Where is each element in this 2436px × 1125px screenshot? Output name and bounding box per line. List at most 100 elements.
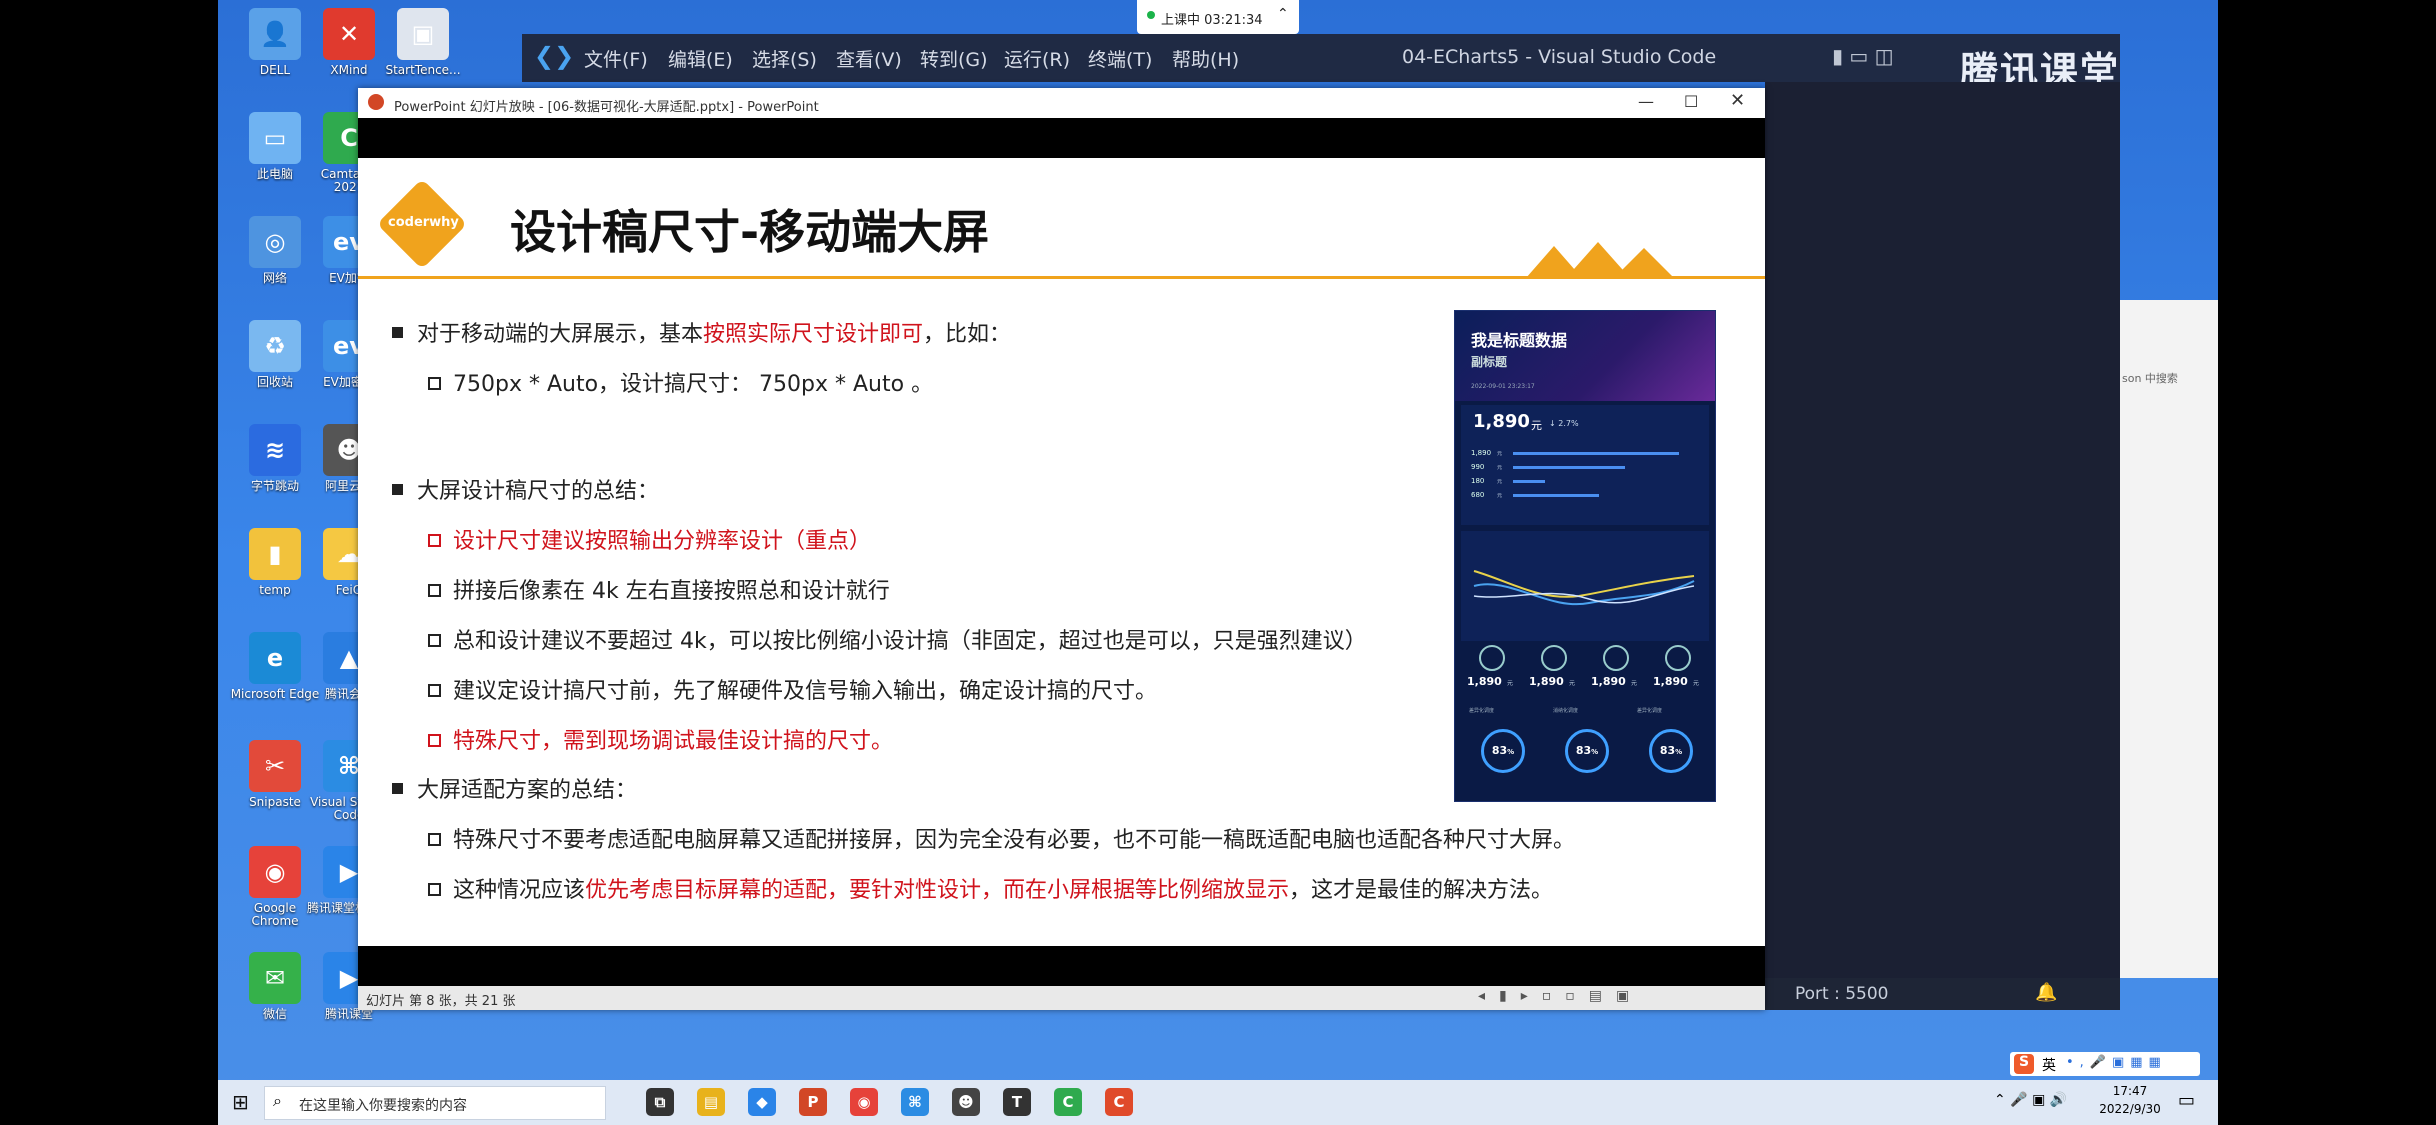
app-icon: ✉ (249, 952, 301, 1004)
bullet-2-text: 大屏设计稿尺寸的总结： (417, 479, 660, 504)
camtasia-icon[interactable]: C (1054, 1088, 1082, 1116)
app-icon: ✂ (249, 740, 301, 792)
mockup-title: 我是标题数据 (1471, 331, 1568, 350)
taskbar: ⊞ ⌕ 在这里输入你要搜索的内容 ⧉ ▤ ◆ P ◉ ⌘ ☻ T C C ⌃ 🎤 ▣ 🔊 17:4… (218, 1080, 2218, 1125)
timer-label: 上课中 03:21:34 (1161, 13, 1263, 28)
search-placeholder: 在这里输入你要搜索的内容 (299, 1098, 467, 1114)
mockup-ring-value: 83 (1659, 744, 1676, 757)
notification-bell-icon[interactable]: 🔔 (2035, 982, 2057, 1003)
clock-date[interactable]: 2022/9/30 (2092, 1102, 2168, 1116)
vscode-menu-item[interactable]: 选择(S) (752, 45, 817, 72)
maximize-button[interactable]: ☐ (1684, 92, 1698, 111)
mockup-stat-unit: 元 (1507, 680, 1514, 687)
typora-icon[interactable]: T (1003, 1088, 1031, 1116)
mockup-stat-icon (1541, 645, 1567, 671)
ime-toolbar[interactable]: S 英 •,🎤▣▦▦ (2010, 1052, 2200, 1076)
vscode-menu-item[interactable]: 编辑(E) (668, 45, 733, 72)
file-explorer-icon[interactable]: ▤ (697, 1088, 725, 1116)
vscode-editor-area (1765, 82, 2120, 1010)
mockup-bar-unit: 元 (1497, 465, 1503, 471)
ppt-window-title: PowerPoint 幻灯片放映 - [06-数据可视化-大屏适配.pptx] … (394, 100, 819, 115)
live-server-port[interactable]: Port : 5500 (1795, 984, 1889, 1004)
vscode-icon: ❮❯ (534, 42, 575, 70)
bullet-2-sub-text: 总和设计建议不要超过 4k，可以按比例缩小设计搞（非固定，超过也是可以，只是强烈… (453, 629, 1367, 654)
app-icon: ▣ (397, 8, 449, 60)
bullet-3-sub-1: 特殊尺寸不要考虑适配电脑屏幕又适配拼接屏，因为完全没有必要，也不可能一稿既适配电… (428, 822, 1575, 854)
mockup-stat-icon (1603, 645, 1629, 671)
mockup-ring-unit: % (1675, 748, 1683, 756)
app-icon: ◎ (249, 216, 301, 268)
chrome-icon[interactable]: ◉ (850, 1088, 878, 1116)
mockup-bar-label: 680 (1471, 491, 1485, 499)
app-icon[interactable]: ◆ (748, 1088, 776, 1116)
letterbox-top (358, 118, 1765, 158)
live-dot-icon (1147, 11, 1155, 19)
mockup-ring-label: 消纳化调度 (1553, 708, 1579, 714)
layout-toggle-icons[interactable]: ▮ ▭ ◫ (1832, 44, 1894, 68)
mockup-bar (1513, 480, 1545, 483)
start-button-icon[interactable]: ⊞ (232, 1090, 249, 1114)
sogou-icon: S (2014, 1054, 2034, 1074)
close-button[interactable]: ✕ (1730, 90, 1745, 111)
mockup-ring-label: 差异化调度 (1469, 708, 1495, 714)
avatar-icon[interactable]: ☻ (952, 1088, 980, 1116)
clock-time[interactable]: 17:47 (2100, 1084, 2160, 1098)
bullet-1: 对于移动端的大屏展示，基本按照实际尺寸设计即可，比如： (392, 316, 1011, 348)
notification-center-icon[interactable]: ▭ (2178, 1090, 2195, 1111)
mockup-big-unit: 元 (1531, 419, 1542, 432)
vscode-menu-item[interactable]: 帮助(H) (1172, 45, 1239, 72)
slideshow-controls[interactable]: ◂▮▸▫▫▤▣ (1478, 988, 1643, 1004)
vscode-menu-item[interactable]: 运行(R) (1004, 45, 1070, 72)
tray-icons[interactable]: ⌃ 🎤 ▣ 🔊 (1994, 1092, 2067, 1108)
app-icon: ✕ (323, 8, 375, 60)
mockup-ring-value: 83 (1575, 744, 1592, 757)
vscode-menu-item[interactable]: 文件(F) (584, 45, 648, 72)
class-timer[interactable]: 上课中 03:21:34 ⌃ (1137, 0, 1299, 34)
mockup-stat-icon (1479, 645, 1505, 671)
slide-title: 设计稿尺寸-移动端大屏 (510, 205, 990, 259)
bullet-3-sub-2-red: 优先考虑目标屏幕的适配，要针对性设计，而在小屏根据等比例缩放显示 (585, 878, 1290, 903)
bullet-2-sub: 拼接后像素在 4k 左右直接按照总和设计就行 (428, 573, 890, 605)
taskbar-search[interactable]: ⌕ 在这里输入你要搜索的内容 (264, 1086, 606, 1120)
mockup-change: ↓ 2.7% (1549, 419, 1579, 428)
ppt-statusbar: 幻灯片 第 8 张，共 21 张 ◂▮▸▫▫▤▣ (358, 986, 1765, 1010)
letterbox-bottom (358, 946, 1765, 986)
mountain-decoration (1526, 242, 1674, 278)
mockup-subtitle: 副标题 (1471, 355, 1508, 369)
mockup-stat-unit: 元 (1693, 680, 1700, 687)
bullet-1-pre: 对于移动端的大屏展示，基本 (417, 322, 704, 347)
mockup-bar-label: 1,890 (1471, 449, 1492, 457)
mockup-stat-unit: 元 (1631, 680, 1638, 687)
bullet-1-red: 按照实际尺寸设计即可 (703, 322, 924, 347)
vscode-icon[interactable]: ⌘ (901, 1088, 929, 1116)
powerpoint-icon[interactable]: P (799, 1088, 827, 1116)
bullet-2: 大屏设计稿尺寸的总结： (392, 473, 659, 505)
bullet-2-sub: 特殊尺寸，需到现场调试最佳设计搞的尺寸。 (428, 723, 893, 755)
app-icon: ≋ (249, 424, 301, 476)
mockup-big-value: 1,890 (1473, 411, 1530, 432)
vscode-menu-item[interactable]: 查看(V) (836, 45, 902, 72)
app-icon: ◉ (249, 846, 301, 898)
mockup-line-chart (1473, 570, 1695, 606)
search-icon: ⌕ (273, 1091, 282, 1110)
camtasia-recorder-icon[interactable]: C (1105, 1088, 1133, 1116)
chevron-up-icon[interactable]: ⌃ (1277, 6, 1289, 22)
mockup-bar (1513, 452, 1679, 455)
mockup-ring-value: 83 (1491, 744, 1508, 757)
mockup-bar-unit: 元 (1497, 493, 1503, 499)
vscode-window-title: 04-ECharts5 - Visual Studio Code (1402, 46, 1717, 68)
app-icon: ▮ (249, 528, 301, 580)
task-view-icon[interactable]: ⧉ (646, 1088, 674, 1116)
mockup-ring-label: 差异化调度 (1637, 708, 1663, 714)
vscode-titlebar: ❮❯ 文件(F) 编辑(E) 选择(S) 查看(V) 转到(G) 运行(R) 终端(T) 帮助… (522, 34, 2120, 93)
bullet-3: 大屏适配方案的总结： (392, 772, 637, 804)
desktop-icon[interactable]: ▣ StartTence... (378, 8, 468, 77)
bullet-2-sub-text: 特殊尺寸，需到现场调试最佳设计搞的尺寸。 (453, 729, 894, 754)
mockup-ring-unit: % (1507, 748, 1515, 756)
ime-mode[interactable]: 英 (2042, 1055, 2056, 1075)
logo-text: coderwhy (388, 215, 459, 230)
vscode-menu-item[interactable]: 终端(T) (1088, 45, 1152, 72)
minimize-button[interactable]: — (1638, 92, 1654, 111)
vscode-menu-item[interactable]: 转到(G) (920, 45, 988, 72)
ime-tool-icons[interactable]: •,🎤▣▦▦ (2066, 1055, 2167, 1070)
